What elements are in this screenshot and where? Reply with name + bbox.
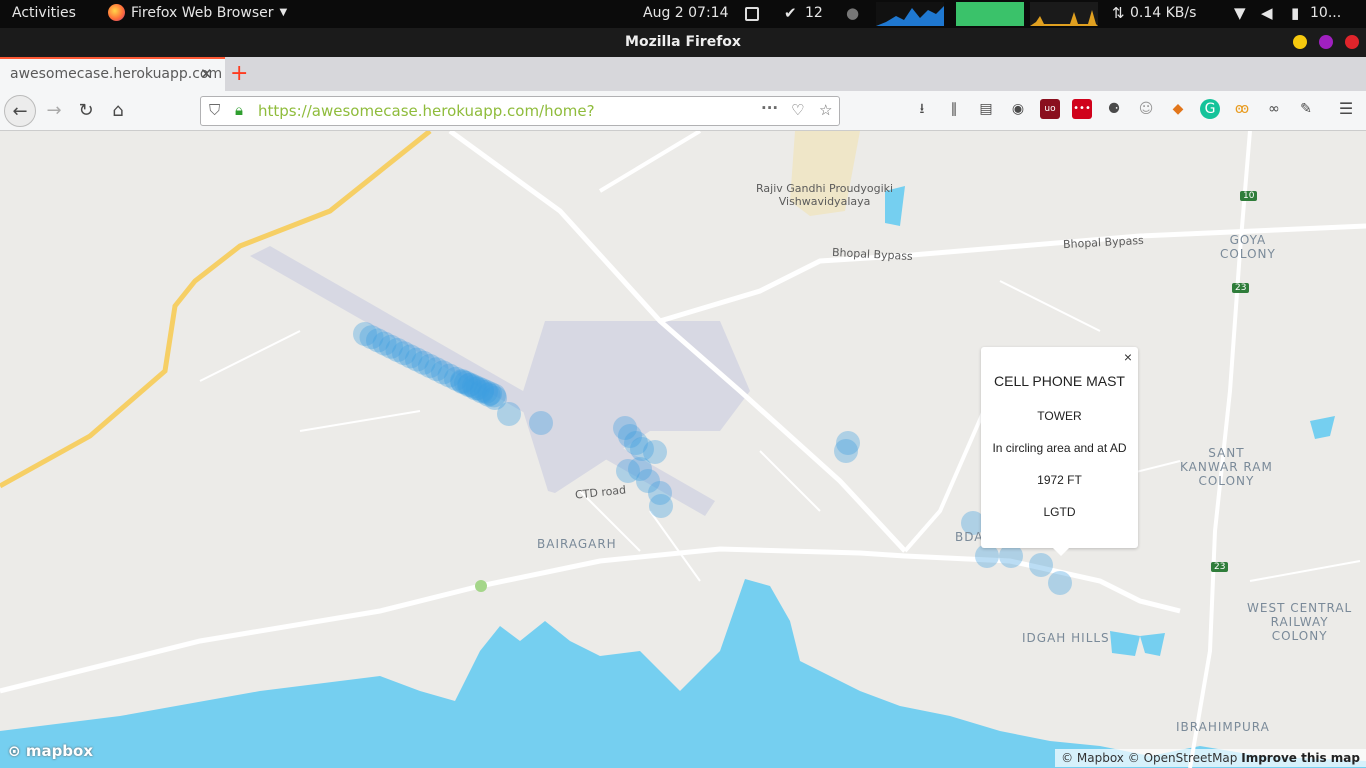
attribution-osm-link[interactable]: © OpenStreetMap bbox=[1128, 751, 1238, 765]
tab-active[interactable]: awesomecase.herokuapp.com bbox=[0, 57, 225, 91]
label-bairagarh: BAIRAGARH bbox=[537, 537, 617, 551]
popup-type: TOWER bbox=[1037, 409, 1082, 423]
mapbox-logo-icon: ⊙ bbox=[8, 742, 21, 760]
tower-marker[interactable] bbox=[834, 439, 858, 463]
task-count: 12 bbox=[805, 5, 823, 21]
extension-dots-icon[interactable]: ⚈ bbox=[1104, 99, 1124, 119]
map-base-layer bbox=[0, 131, 1366, 768]
chevron-down-icon: ▼ bbox=[279, 7, 288, 18]
label-goya-colony: GOYA COLONY bbox=[1220, 233, 1276, 261]
label-university: Rajiv Gandhi Proudyogiki Vishwavidyalaya bbox=[756, 182, 894, 208]
label-idgah-hills: IDGAH HILLS bbox=[1022, 631, 1110, 645]
activities-button[interactable]: Activities bbox=[12, 5, 76, 21]
popup-title: CELL PHONE MAST bbox=[994, 373, 1125, 389]
ublock-icon[interactable]: uo bbox=[1040, 99, 1060, 119]
pocket-icon[interactable]: ♡ bbox=[791, 101, 804, 119]
owl-icon[interactable]: ꙭ bbox=[1232, 99, 1252, 119]
clock[interactable]: Aug 2 07:14 bbox=[643, 5, 729, 21]
menu-icon[interactable]: ☰ bbox=[1336, 99, 1356, 119]
improve-map-link[interactable]: Improve this map bbox=[1241, 751, 1360, 765]
maximize-button[interactable] bbox=[1319, 35, 1333, 49]
map-attribution: © Mapbox © OpenStreetMap Improve this ma… bbox=[1055, 749, 1366, 767]
battery-level: 10... bbox=[1310, 5, 1342, 21]
grammarly-icon[interactable]: G bbox=[1200, 99, 1220, 119]
highway-shield-10: 10 bbox=[1240, 191, 1258, 201]
close-window-button[interactable] bbox=[1345, 35, 1359, 49]
navigation-toolbar: ← → ↻ ⌂ ⛉ 🔒︎ https://awesomecase.herokua… bbox=[0, 91, 1366, 131]
tower-marker[interactable] bbox=[529, 411, 553, 435]
window-title: Mozilla Firefox bbox=[0, 28, 1366, 57]
tower-marker[interactable] bbox=[1029, 553, 1053, 577]
forward-button[interactable]: → bbox=[38, 95, 70, 127]
account-icon[interactable]: ◉ bbox=[1008, 99, 1028, 119]
new-tab-button[interactable]: + bbox=[230, 61, 248, 86]
mapbox-logo-text: mapbox bbox=[25, 742, 94, 760]
home-button[interactable]: ⌂ bbox=[102, 95, 134, 127]
label-sant-kanwar-ram-colony: SANT KANWAR RAM COLONY bbox=[1180, 446, 1273, 488]
close-tab-icon[interactable]: ✕ bbox=[200, 65, 213, 83]
tab-title: awesomecase.herokuapp.com bbox=[10, 66, 223, 82]
highway-shield-23: 23 bbox=[1211, 562, 1229, 572]
tab-strip: awesomecase.herokuapp.com ✕ + bbox=[0, 57, 1366, 91]
app-menu-label: Firefox Web Browser bbox=[131, 4, 274, 21]
net-arrows-icon: ⇅ bbox=[1112, 4, 1125, 22]
wifi-icon[interactable]: ▼ bbox=[1234, 4, 1246, 22]
volume-icon[interactable]: ◀ bbox=[1261, 4, 1273, 22]
map-popup: × CELL PHONE MAST TOWER In circling area… bbox=[981, 347, 1138, 548]
cpu-graph bbox=[876, 2, 944, 26]
battery-icon[interactable]: ▮ bbox=[1291, 4, 1299, 22]
label-west-central-railway-colony: WEST CENTRAL RAILWAY COLONY bbox=[1247, 601, 1353, 643]
highway-shield-23: 23 bbox=[1232, 283, 1250, 293]
checkmark-icon: ✔ bbox=[784, 4, 797, 22]
attribution-mapbox-link[interactable]: © Mapbox bbox=[1061, 751, 1124, 765]
url-bar[interactable]: ⛉ 🔒︎ https://awesomecase.herokuapp.com/h… bbox=[200, 96, 840, 126]
map-canvas[interactable]: Rajiv Gandhi Proudyogiki Vishwavidyalaya… bbox=[0, 131, 1366, 768]
label-bda: BDA bbox=[955, 530, 984, 544]
lastpass-icon[interactable]: ••• bbox=[1072, 99, 1092, 119]
popup-close-button[interactable]: × bbox=[1124, 349, 1132, 365]
net-speed: 0.14 KB/s bbox=[1130, 5, 1197, 21]
sidebar-icon[interactable]: ▤ bbox=[976, 99, 996, 119]
firefox-icon bbox=[108, 4, 125, 21]
popup-location: In circling area and at AD bbox=[992, 441, 1127, 455]
extension-face-icon[interactable]: ☺ bbox=[1136, 99, 1156, 119]
minimize-button[interactable] bbox=[1293, 35, 1307, 49]
popup-elevation: 1972 FT bbox=[1037, 473, 1082, 487]
infinity-icon[interactable]: ∞ bbox=[1264, 99, 1284, 119]
popup-lighting: LGTD bbox=[1043, 505, 1076, 519]
tower-marker[interactable] bbox=[482, 383, 506, 408]
metamask-icon[interactable]: ◆ bbox=[1168, 99, 1188, 119]
lock-icon[interactable]: 🔒︎ bbox=[235, 101, 243, 119]
net-graph bbox=[1030, 2, 1098, 26]
screenshot-icon[interactable]: ✎ bbox=[1296, 99, 1316, 119]
tower-marker[interactable] bbox=[649, 494, 673, 518]
workspace-icon[interactable] bbox=[745, 7, 759, 21]
downloads-icon[interactable]: ⭳ bbox=[912, 99, 932, 119]
reload-button[interactable]: ↻ bbox=[70, 95, 102, 127]
record-icon: ● bbox=[846, 4, 860, 22]
system-top-bar: Activities Firefox Web Browser ▼ Aug 2 0… bbox=[0, 0, 1366, 28]
back-button[interactable]: ← bbox=[4, 95, 36, 127]
shield-icon[interactable]: ⛉ bbox=[209, 101, 220, 119]
page-actions-icon[interactable]: ··· bbox=[761, 99, 778, 117]
tower-marker[interactable] bbox=[1048, 571, 1072, 595]
url-text: https://awesomecase.herokuapp.com/home? bbox=[258, 102, 595, 120]
bookmark-star-icon[interactable]: ☆ bbox=[819, 101, 832, 119]
mapbox-logo[interactable]: ⊙ mapbox bbox=[8, 742, 93, 760]
app-menu[interactable]: Firefox Web Browser ▼ bbox=[108, 4, 287, 21]
memory-graph bbox=[956, 2, 1024, 26]
tower-marker[interactable] bbox=[497, 402, 521, 426]
label-ibrahimpura: IBRAHIMPURA bbox=[1176, 720, 1270, 734]
library-icon[interactable]: ∥ bbox=[944, 99, 964, 119]
popup-tip bbox=[1052, 547, 1070, 556]
